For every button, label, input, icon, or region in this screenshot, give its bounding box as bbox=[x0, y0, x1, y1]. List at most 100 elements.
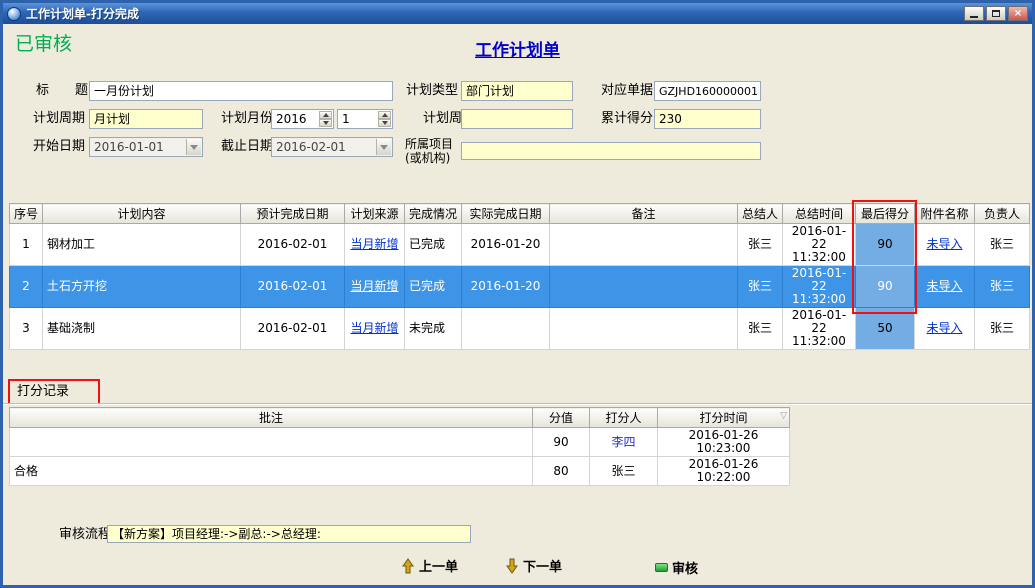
audit-button[interactable]: 审核 bbox=[655, 558, 698, 577]
cell-status: 已完成 bbox=[405, 224, 462, 266]
month-down-button[interactable] bbox=[378, 119, 391, 127]
source-link[interactable]: 当月新增 bbox=[350, 279, 398, 293]
project-label: 所属项目 (或机构) bbox=[405, 137, 453, 165]
cell-summarizer: 张三 bbox=[738, 308, 783, 350]
dropdown-button bbox=[376, 139, 391, 155]
cell-no: 3 bbox=[10, 308, 43, 350]
cell-score: 90 bbox=[856, 266, 915, 308]
year-up-button[interactable] bbox=[319, 111, 332, 119]
plan-type-label: 计划类型 bbox=[406, 84, 458, 98]
cycle-field[interactable]: 月计划 bbox=[89, 109, 203, 129]
plan-row[interactable]: 3 基础浇制 2016-02-01 当月新增 未完成 张三 2016-01-22… bbox=[10, 308, 1030, 350]
plan-type-field[interactable]: 部门计划 bbox=[461, 81, 573, 101]
cell-actual: 2016-01-20 bbox=[462, 224, 550, 266]
cell-no: 2 bbox=[10, 266, 43, 308]
cell-time: 2016-01-22 11:32:00 bbox=[783, 224, 856, 266]
cell-source: 当月新增 bbox=[345, 266, 405, 308]
source-link[interactable]: 当月新增 bbox=[350, 237, 398, 251]
page-title: 工作计划单 bbox=[3, 36, 1032, 61]
month-spinner[interactable]: 1 bbox=[337, 109, 393, 129]
app-logo-icon bbox=[7, 7, 21, 21]
app-window: 工作计划单-打分完成 × 已审核 工作计划单 标 题 一月份计划 计划类型 部门… bbox=[0, 0, 1035, 588]
minimize-icon bbox=[970, 16, 978, 18]
cell-summarizer: 张三 bbox=[738, 266, 783, 308]
prev-button[interactable]: 上一单 bbox=[401, 556, 458, 575]
title-input[interactable]: 一月份计划 bbox=[89, 81, 393, 101]
title-label: 标 题 bbox=[36, 84, 88, 98]
cell-time: 2016-01-22 11:32:00 bbox=[783, 266, 856, 308]
cell-score: 50 bbox=[856, 308, 915, 350]
col-score-time[interactable]: 打分时间▽ bbox=[658, 408, 790, 428]
doc-label: 对应单据 bbox=[601, 84, 653, 98]
start-date-combo: 2016-01-01 bbox=[89, 137, 203, 157]
import-link[interactable]: 未导入 bbox=[926, 279, 962, 293]
cell-attachment: 未导入 bbox=[915, 308, 975, 350]
week-label: 计划周 bbox=[423, 112, 462, 126]
cell-actual bbox=[462, 308, 550, 350]
chevron-down-icon bbox=[190, 145, 198, 150]
cell-remark bbox=[550, 266, 738, 308]
spin-up-icon bbox=[323, 113, 329, 117]
audit-button-label: 审核 bbox=[672, 558, 698, 577]
import-link[interactable]: 未导入 bbox=[926, 321, 962, 335]
total-score-field[interactable]: 230 bbox=[654, 109, 761, 129]
minimize-button[interactable] bbox=[964, 6, 984, 21]
down-arrow-icon bbox=[505, 558, 519, 574]
col-score: 分值 bbox=[533, 408, 590, 428]
close-button[interactable]: × bbox=[1008, 6, 1028, 21]
audit-icon bbox=[655, 563, 668, 572]
next-button[interactable]: 下一单 bbox=[505, 556, 562, 575]
review-process-label: 审核流程 bbox=[59, 528, 111, 542]
cell-score: 90 bbox=[533, 428, 590, 457]
up-arrow-icon bbox=[401, 558, 415, 574]
cell-expected: 2016-02-01 bbox=[241, 308, 345, 350]
cell-expected: 2016-02-01 bbox=[241, 266, 345, 308]
section-divider bbox=[3, 403, 1032, 404]
plan-row[interactable]: 1 钢材加工 2016-02-01 当月新增 已完成 2016-01-20 张三… bbox=[10, 224, 1030, 266]
col-time: 总结时间 bbox=[783, 204, 856, 224]
window-title: 工作计划单-打分完成 bbox=[26, 5, 964, 22]
cell-owner: 张三 bbox=[975, 308, 1030, 350]
end-date-label: 截止日期 bbox=[221, 140, 273, 154]
titlebar: 工作计划单-打分完成 × bbox=[3, 3, 1032, 24]
plan-table: 序号 计划内容 预计完成日期 计划来源 完成情况 实际完成日期 备注 总结人 总… bbox=[9, 203, 1030, 350]
score-table: 批注 分值 打分人 打分时间▽ 90 李四 2016-01-26 10:23:0… bbox=[9, 407, 790, 486]
score-row[interactable]: 合格 80 张三 2016-01-26 10:22:00 bbox=[10, 457, 790, 486]
col-scorer: 打分人 bbox=[590, 408, 658, 428]
doc-field[interactable]: GZJHD160000001 bbox=[654, 81, 761, 101]
cell-actual: 2016-01-20 bbox=[462, 266, 550, 308]
year-spinner[interactable]: 2016 bbox=[271, 109, 334, 129]
month-label: 计划月份 bbox=[221, 112, 273, 126]
maximize-button[interactable] bbox=[986, 6, 1006, 21]
cell-owner: 张三 bbox=[975, 224, 1030, 266]
score-row[interactable]: 90 李四 2016-01-26 10:23:00 bbox=[10, 428, 790, 457]
project-field[interactable] bbox=[461, 142, 761, 160]
cell-expected: 2016-02-01 bbox=[241, 224, 345, 266]
cell-owner: 张三 bbox=[975, 266, 1030, 308]
spin-down-icon bbox=[382, 121, 388, 125]
cell-no: 1 bbox=[10, 224, 43, 266]
cell-remark: 合格 bbox=[10, 457, 533, 486]
col-remark: 备注 bbox=[550, 204, 738, 224]
col-actual: 实际完成日期 bbox=[462, 204, 550, 224]
next-button-label: 下一单 bbox=[523, 556, 562, 575]
source-link[interactable]: 当月新增 bbox=[350, 321, 398, 335]
total-score-label: 累计得分 bbox=[601, 112, 653, 126]
week-field[interactable] bbox=[461, 109, 573, 129]
cell-score: 80 bbox=[533, 457, 590, 486]
cell-attachment: 未导入 bbox=[915, 224, 975, 266]
cell-scorer: 张三 bbox=[590, 457, 658, 486]
score-records-label: 打分记录 bbox=[17, 385, 69, 399]
month-up-button[interactable] bbox=[378, 111, 391, 119]
cell-source: 当月新增 bbox=[345, 224, 405, 266]
review-process-field[interactable]: 【新方案】项目经理:->副总:->总经理: bbox=[107, 525, 471, 543]
maximize-icon bbox=[992, 10, 1000, 17]
end-date-combo: 2016-02-01 bbox=[271, 137, 393, 157]
cell-scorer: 李四 bbox=[590, 428, 658, 457]
cycle-label: 计划周期 bbox=[33, 112, 85, 126]
col-status: 完成情况 bbox=[405, 204, 462, 224]
chevron-down-icon bbox=[380, 145, 388, 150]
plan-row-selected[interactable]: 2 土石方开挖 2016-02-01 当月新增 已完成 2016-01-20 张… bbox=[10, 266, 1030, 308]
year-down-button[interactable] bbox=[319, 119, 332, 127]
import-link[interactable]: 未导入 bbox=[926, 237, 962, 251]
